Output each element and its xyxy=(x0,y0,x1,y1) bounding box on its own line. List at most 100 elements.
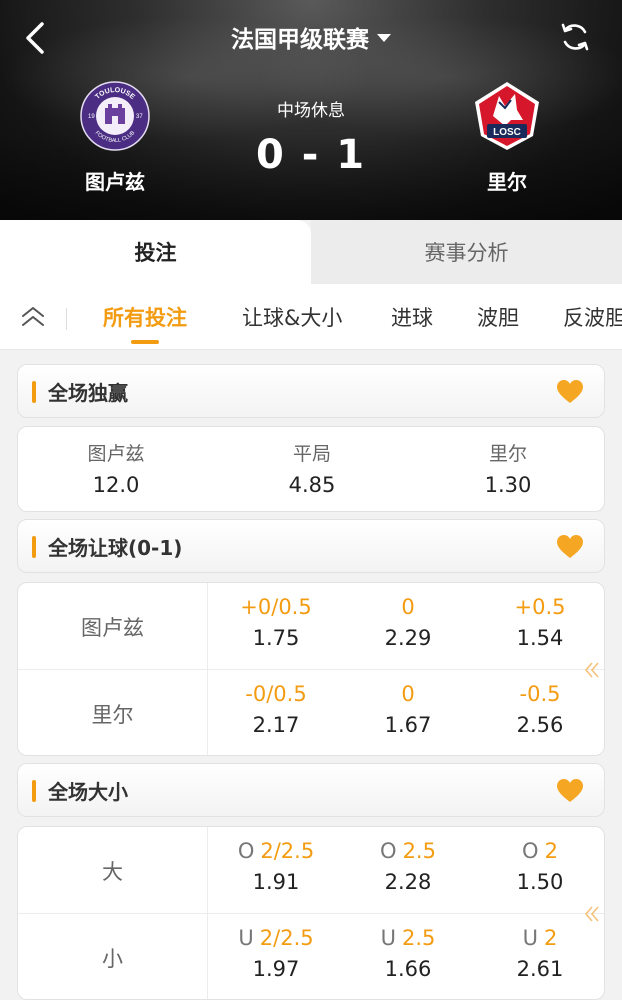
ou-prefix: O xyxy=(522,839,539,863)
league-name: 法国甲级联赛 xyxy=(231,27,369,53)
ou-prefix: O xyxy=(237,839,255,863)
double-chevron-left-icon[interactable] xyxy=(584,903,600,925)
handicap-line: 0 xyxy=(401,682,415,706)
ou-option[interactable]: O 2.5 2.28 xyxy=(342,827,474,914)
ou-price: 1.97 xyxy=(252,957,300,981)
odds-home-win[interactable]: 图卢兹 12.0 xyxy=(18,427,214,511)
heart-icon xyxy=(557,535,583,558)
handicap-line: 0 xyxy=(401,595,415,619)
handicap-row-away: 里尔 -0/0.5 2.17 0 1.67 -0.5 2.56 xyxy=(18,670,604,755)
handicap-line: +0/0.5 xyxy=(240,595,312,619)
ou-price: 2.28 xyxy=(384,870,432,894)
odds-value: 12.0 xyxy=(92,473,140,497)
league-selector[interactable]: 法国甲级联赛 xyxy=(0,20,622,54)
subtab-correct-score[interactable]: 波胆 xyxy=(477,302,519,332)
away-team[interactable]: LOSC 里尔 xyxy=(442,80,572,195)
odds-label: 图卢兹 xyxy=(87,443,145,465)
heart-icon xyxy=(557,380,583,403)
section-title: 全场让球(0-1) xyxy=(48,536,183,560)
handicap-row-home: 图卢兹 +0/0.5 1.75 0 2.29 +0.5 1.54 xyxy=(18,583,604,670)
away-team-logo: LOSC xyxy=(471,80,543,152)
subtab-handicap-ou[interactable]: 让球&大小 xyxy=(242,302,342,332)
ou-price: 1.50 xyxy=(516,870,564,894)
handicap-option[interactable]: +0/0.5 1.75 xyxy=(210,583,342,670)
handicap-price: 2.17 xyxy=(252,713,300,737)
ou-line: O 2/2.5 xyxy=(210,839,342,863)
heart-icon xyxy=(557,779,583,802)
subtab-reverse-score[interactable]: 反波胆 xyxy=(563,302,622,332)
over-under-card: 大 O 2/2.5 1.91 O 2.5 2.28 O2 1.50 小 U 2/2.5… xyxy=(17,826,605,1000)
double-chevron-left-icon[interactable] xyxy=(584,659,600,681)
ou-option[interactable]: O2 1.50 xyxy=(474,827,604,914)
row-label-over: 大 xyxy=(18,827,208,914)
row-team-label: 里尔 xyxy=(18,670,208,755)
ou-line: U2 xyxy=(474,926,604,950)
handicap-option[interactable]: 0 2.29 xyxy=(342,583,474,670)
refresh-icon xyxy=(561,23,589,51)
row-team-label: 图卢兹 xyxy=(18,583,208,670)
odds-draw[interactable]: 平局 4.85 xyxy=(214,427,410,511)
ou-option[interactable]: U 2/2.5 1.97 xyxy=(210,914,342,999)
section-title: 全场大小 xyxy=(48,780,128,804)
ou-option[interactable]: U 2.5 1.66 xyxy=(342,914,474,999)
handicap-price: 1.67 xyxy=(384,713,432,737)
odds-value: 1.30 xyxy=(484,473,532,497)
collapse-up-icon xyxy=(22,307,44,326)
ou-price: 2.61 xyxy=(516,957,564,981)
tab-betting[interactable]: 投注 xyxy=(0,220,311,284)
tab-analysis[interactable]: 赛事分析 xyxy=(311,220,622,284)
main-tabs: 投注 赛事分析 xyxy=(0,220,622,284)
ou-prefix: U xyxy=(238,926,254,950)
ou-option[interactable]: O 2/2.5 1.91 xyxy=(210,827,342,914)
handicap-price: 2.29 xyxy=(384,626,432,650)
ou-prefix: O xyxy=(380,839,397,863)
ou-line: O2 xyxy=(474,839,604,863)
away-team-name: 里尔 xyxy=(487,170,527,194)
refresh-button[interactable] xyxy=(558,20,592,54)
odds-away-win[interactable]: 里尔 1.30 xyxy=(410,427,604,511)
favorite-button[interactable] xyxy=(556,379,584,405)
favorite-button[interactable] xyxy=(556,534,584,560)
section-accent-bar xyxy=(32,381,36,403)
handicap-option[interactable]: 0 1.67 xyxy=(342,670,474,755)
handicap-option[interactable]: -0/0.5 2.17 xyxy=(210,670,342,755)
section-accent-bar xyxy=(32,780,36,802)
collapse-button[interactable] xyxy=(18,304,48,330)
handicap-card: 图卢兹 +0/0.5 1.75 0 2.29 +0.5 1.54 里尔 -0/0… xyxy=(17,582,605,756)
handicap-price: 2.56 xyxy=(516,713,564,737)
row-label-under: 小 xyxy=(18,914,208,999)
match-winner-card: 图卢兹 12.0 平局 4.85 里尔 1.30 xyxy=(17,426,605,512)
ou-line: U 2/2.5 xyxy=(210,926,342,950)
section-title: 全场独赢 xyxy=(48,381,128,405)
bet-type-tabs: 所有投注 让球&大小 进球 波胆 反波胆 xyxy=(0,284,622,350)
section-header-over-under[interactable]: 全场大小 xyxy=(17,763,605,817)
sub-tab-divider xyxy=(66,308,67,330)
under-row: 小 U 2/2.5 1.97 U 2.5 1.66 U2 2.61 xyxy=(18,914,604,999)
ou-line: U 2.5 xyxy=(342,926,474,950)
odds-label: 里尔 xyxy=(488,443,527,465)
handicap-price: 1.75 xyxy=(252,626,300,650)
section-header-handicap[interactable]: 全场让球(0-1) xyxy=(17,519,605,573)
subtab-goals[interactable]: 进球 xyxy=(391,302,433,332)
ou-line-value: 2.5 xyxy=(402,839,436,863)
ou-line-value: 2 xyxy=(544,926,558,950)
handicap-line: +0.5 xyxy=(514,595,566,619)
ou-option[interactable]: U2 2.61 xyxy=(474,914,604,999)
ou-line-value: 2 xyxy=(544,839,558,863)
handicap-option[interactable]: -0.5 2.56 xyxy=(474,670,604,755)
ou-line-value: 2/2.5 xyxy=(259,926,314,950)
section-header-match-winner[interactable]: 全场独赢 xyxy=(17,364,605,418)
handicap-option[interactable]: +0.5 1.54 xyxy=(474,583,604,670)
ou-price: 1.91 xyxy=(252,870,300,894)
active-tab-indicator xyxy=(131,340,159,344)
section-accent-bar xyxy=(32,536,36,558)
over-row: 大 O 2/2.5 1.91 O 2.5 2.28 O2 1.50 xyxy=(18,827,604,914)
odds-value: 4.85 xyxy=(288,473,336,497)
handicap-price: 1.54 xyxy=(516,626,564,650)
ou-prefix: U xyxy=(380,926,396,950)
subtab-all-bets[interactable]: 所有投注 xyxy=(103,302,187,344)
ou-price: 1.66 xyxy=(384,957,432,981)
favorite-button[interactable] xyxy=(556,778,584,804)
subtab-all-bets-label: 所有投注 xyxy=(103,306,187,330)
odds-label: 平局 xyxy=(292,443,331,465)
